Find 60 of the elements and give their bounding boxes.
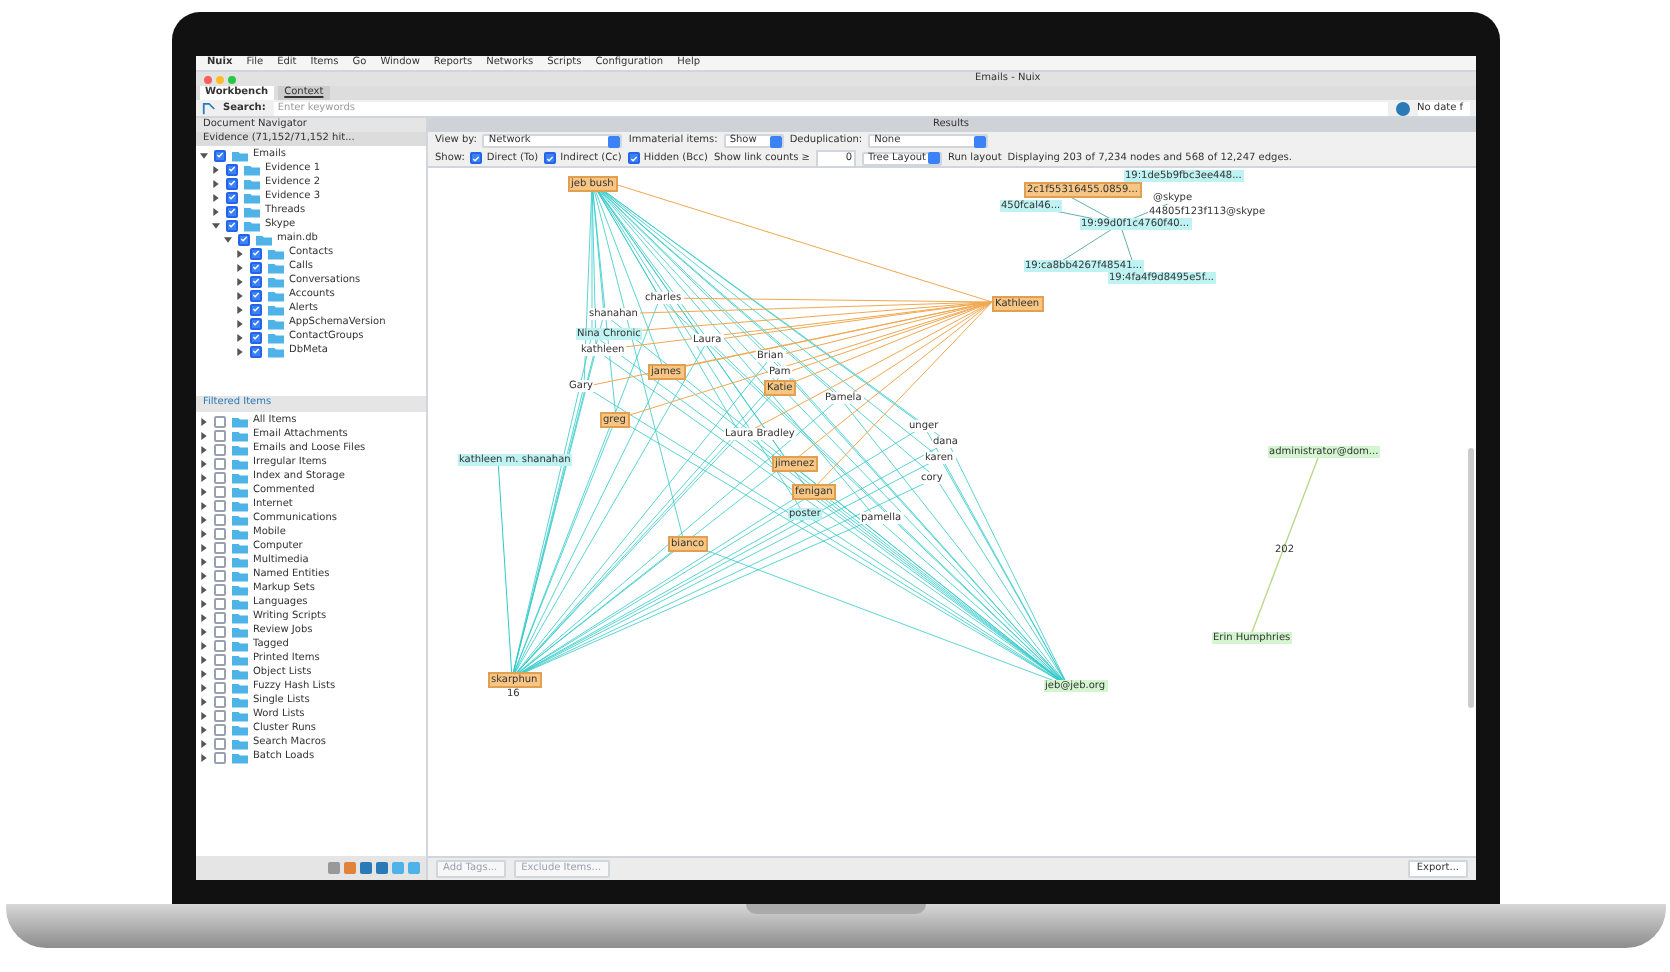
checkbox[interactable] bbox=[213, 149, 225, 161]
checkbox[interactable] bbox=[213, 583, 225, 595]
disclosure-icon[interactable] bbox=[211, 207, 219, 215]
disclosure-icon[interactable] bbox=[235, 291, 243, 299]
checkbox[interactable] bbox=[225, 191, 237, 203]
disclosure-icon[interactable] bbox=[211, 165, 219, 173]
checkbox[interactable] bbox=[237, 233, 249, 245]
disclosure-icon[interactable] bbox=[223, 235, 231, 243]
nav-icon[interactable] bbox=[201, 101, 215, 115]
disclosure-icon[interactable] bbox=[235, 263, 243, 271]
checkbox[interactable] bbox=[213, 737, 225, 749]
disclosure-icon[interactable] bbox=[235, 319, 243, 327]
checkbox[interactable] bbox=[544, 152, 557, 164]
checkbox[interactable] bbox=[627, 152, 640, 164]
checkbox[interactable] bbox=[213, 569, 225, 581]
checkbox[interactable] bbox=[213, 723, 225, 735]
disclosure-icon[interactable] bbox=[211, 221, 219, 229]
disclosure-icon[interactable] bbox=[235, 305, 243, 313]
checkbox[interactable] bbox=[213, 611, 225, 623]
checkbox[interactable] bbox=[225, 205, 237, 217]
checkbox[interactable] bbox=[249, 317, 261, 329]
checkbox[interactable] bbox=[213, 485, 225, 497]
checkbox[interactable] bbox=[249, 303, 261, 315]
checkbox[interactable] bbox=[213, 639, 225, 651]
checkbox[interactable] bbox=[213, 597, 225, 609]
checkbox[interactable] bbox=[225, 163, 237, 175]
checkbox[interactable] bbox=[213, 443, 225, 455]
checkbox[interactable] bbox=[249, 247, 261, 259]
disclosure-icon[interactable] bbox=[211, 179, 219, 187]
disclosure-icon[interactable] bbox=[235, 347, 243, 355]
checkbox[interactable] bbox=[225, 219, 237, 231]
checkbox[interactable] bbox=[213, 681, 225, 693]
checkbox[interactable] bbox=[249, 331, 261, 343]
disclosure-icon[interactable] bbox=[211, 193, 219, 201]
checkbox[interactable] bbox=[213, 751, 225, 763]
checkbox[interactable] bbox=[213, 429, 225, 441]
disclosure-icon[interactable] bbox=[199, 151, 207, 159]
checkbox[interactable] bbox=[213, 527, 225, 539]
checkbox[interactable] bbox=[213, 499, 225, 511]
checkbox[interactable] bbox=[249, 275, 261, 287]
checkbox[interactable] bbox=[249, 345, 261, 357]
checkbox[interactable] bbox=[213, 415, 225, 427]
checkbox[interactable] bbox=[213, 653, 225, 665]
checkbox[interactable] bbox=[213, 457, 225, 469]
disclosure-icon[interactable] bbox=[235, 333, 243, 341]
disclosure-icon[interactable] bbox=[235, 249, 243, 257]
checkbox[interactable] bbox=[249, 289, 261, 301]
disclosure-icon[interactable] bbox=[235, 277, 243, 285]
checkbox[interactable] bbox=[213, 471, 225, 483]
checkbox[interactable] bbox=[213, 625, 225, 637]
checkbox[interactable] bbox=[213, 695, 225, 707]
checkbox[interactable] bbox=[213, 709, 225, 721]
checkbox[interactable] bbox=[213, 555, 225, 567]
go-button[interactable] bbox=[1395, 101, 1409, 115]
checkbox[interactable] bbox=[470, 152, 483, 164]
checkbox[interactable] bbox=[249, 261, 261, 273]
checkbox[interactable] bbox=[213, 667, 225, 679]
checkbox[interactable] bbox=[213, 541, 225, 553]
checkbox[interactable] bbox=[225, 177, 237, 189]
checkbox[interactable] bbox=[213, 513, 225, 525]
